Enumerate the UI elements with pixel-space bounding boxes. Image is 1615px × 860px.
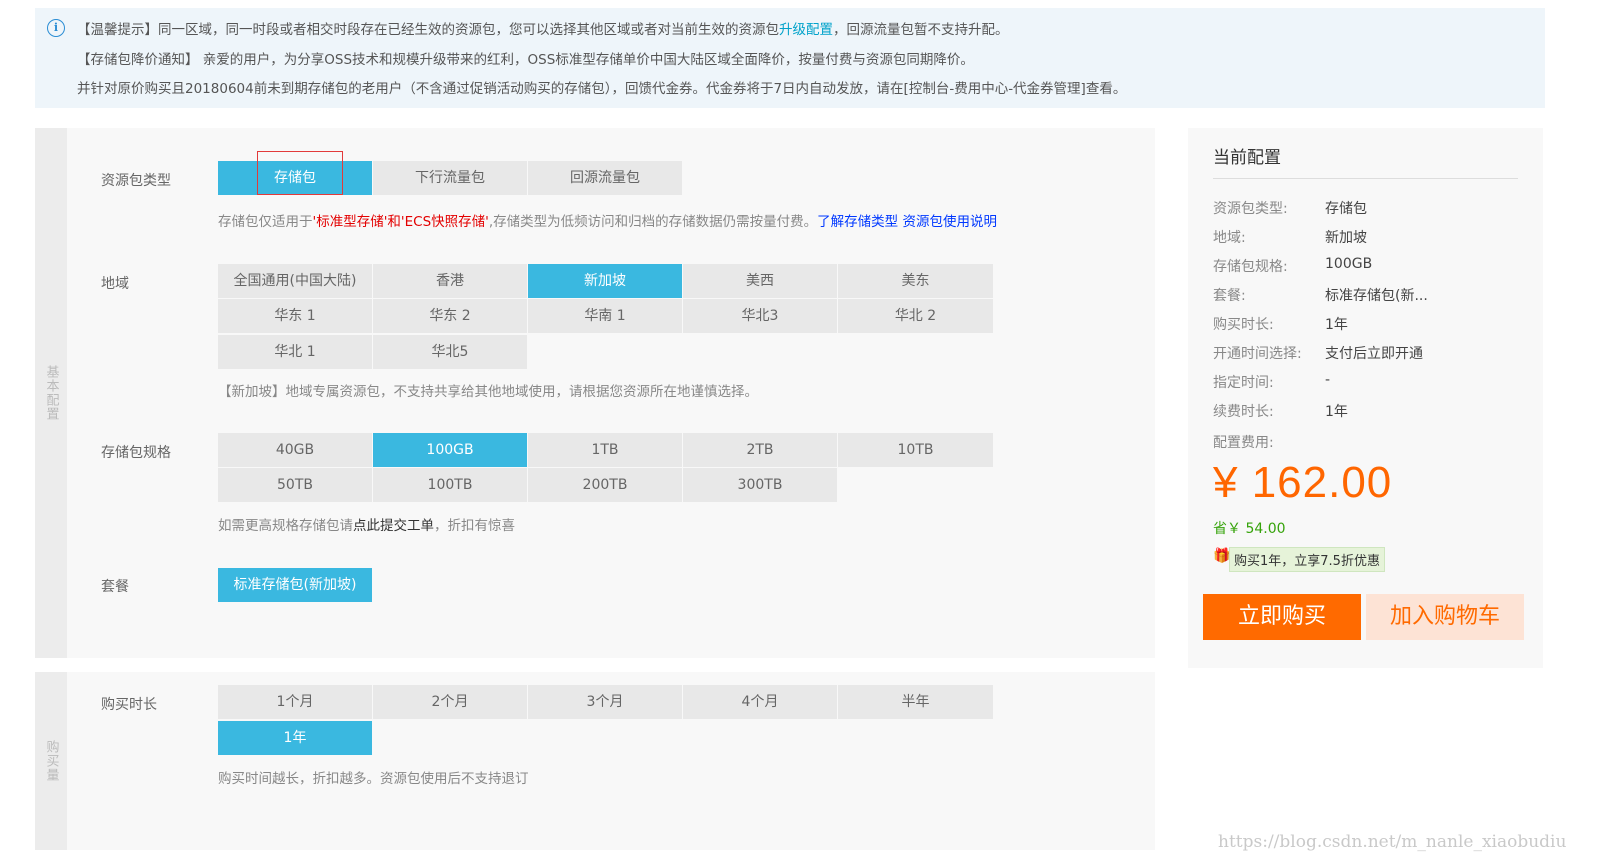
package-type-storage[interactable]: 存储包 bbox=[218, 151, 372, 195]
region-hint: 【新加坡】地域专属资源包，不支持共享给其他地域使用，请根据您资源所在地谨慎选择。 bbox=[218, 384, 758, 400]
spec-option[interactable]: 40GB bbox=[218, 433, 372, 467]
basic-config-tab: 基本配置 bbox=[35, 128, 67, 658]
notice-line-1: 【温馨提示】同一区域，同一时段或者相交时段存在已经生效的资源包，您可以选择其他区… bbox=[77, 22, 1009, 38]
region-option[interactable]: 华北3 bbox=[683, 299, 837, 333]
region-option[interactable]: 华北 1 bbox=[218, 335, 372, 369]
region-option[interactable]: 香港 bbox=[373, 264, 527, 298]
spec-label: 存储包规格 bbox=[101, 445, 171, 461]
summary-row: 指定时间: - bbox=[1213, 372, 1331, 391]
spec-option[interactable]: 10TB bbox=[838, 433, 993, 467]
region-option[interactable]: 美东 bbox=[838, 264, 993, 298]
package-type-origin[interactable]: 回源流量包 bbox=[528, 161, 682, 195]
price: ¥ 162.00 bbox=[1213, 458, 1393, 507]
spec-option[interactable]: 100TB bbox=[373, 468, 527, 502]
package-usage-link[interactable]: 资源包使用说明 bbox=[902, 214, 997, 230]
duration-hint: 购买时间越长，折扣越多。资源包使用后不支持退订 bbox=[218, 771, 529, 787]
summary-row: 地域: 新加坡 bbox=[1213, 230, 1367, 246]
region-option[interactable]: 华北 2 bbox=[838, 299, 993, 333]
gift-icon: 🎁 bbox=[1213, 548, 1231, 564]
info-icon: i bbox=[47, 19, 65, 37]
notice-line-3: 并针对原价购买且20180604前未到期存储包的老用户（不含通过促销活动购买的存… bbox=[77, 81, 1127, 97]
region-option[interactable]: 华南 1 bbox=[528, 299, 682, 333]
savings: 省￥ 54.00 bbox=[1213, 521, 1286, 537]
spec-option[interactable]: 1TB bbox=[528, 433, 682, 467]
summary-divider bbox=[1213, 178, 1518, 179]
buy-now-button[interactable]: 立即购买 bbox=[1203, 594, 1361, 640]
region-option-selected[interactable]: 新加坡 bbox=[528, 264, 682, 298]
spec-option[interactable]: 300TB bbox=[683, 468, 837, 502]
region-option[interactable]: 华东 1 bbox=[218, 299, 372, 333]
duration-option[interactable]: 1个月 bbox=[218, 685, 372, 719]
plan-label: 套餐 bbox=[101, 579, 129, 595]
duration-option[interactable]: 3个月 bbox=[528, 685, 682, 719]
spec-option[interactable]: 50TB bbox=[218, 468, 372, 502]
package-type-label: 资源包类型 bbox=[101, 173, 171, 189]
watermark: https://blog.csdn.net/m_nanle_xiaobudiu bbox=[1218, 832, 1567, 852]
promo-badge: 购买1年，立享7.5折优惠 bbox=[1229, 547, 1385, 572]
region-option[interactable]: 华东 2 bbox=[373, 299, 527, 333]
upgrade-config-link[interactable]: 升级配置 bbox=[779, 22, 833, 38]
package-type-hint: 存储包仅适用于'标准型存储'和'ECS快照存储',存储类型为低频访问和归档的存储… bbox=[218, 214, 997, 230]
package-type-downstream[interactable]: 下行流量包 bbox=[373, 161, 527, 195]
fee-label: 配置费用: bbox=[1213, 435, 1274, 451]
summary-row: 购买时长: 1年 bbox=[1213, 317, 1348, 333]
duration-option[interactable]: 2个月 bbox=[373, 685, 527, 719]
add-to-cart-button[interactable]: 加入购物车 bbox=[1366, 594, 1524, 640]
summary-row: 开通时间选择: 支付后立即开通 bbox=[1213, 346, 1423, 362]
spec-hint: 如需更高规格存储包请点此提交工单，折扣有惊喜 bbox=[218, 518, 515, 534]
purchase-panel: 购买量 购买时长 1个月 2个月 3个月 4个月 半年 1年 购买时间越长，折扣… bbox=[35, 672, 1155, 850]
summary-row: 资源包类型: 存储包 bbox=[1213, 201, 1367, 217]
summary-title: 当前配置 bbox=[1213, 148, 1281, 168]
spec-option-selected[interactable]: 100GB bbox=[373, 433, 527, 467]
purchase-tab: 购买量 bbox=[35, 672, 67, 850]
summary-row: 存储包规格: 100GB bbox=[1213, 256, 1373, 275]
duration-option[interactable]: 4个月 bbox=[683, 685, 837, 719]
duration-option-selected[interactable]: 1年 bbox=[218, 721, 372, 755]
notice-line-2: 【存储包降价通知】 亲爱的用户，为分享OSS技术和规模升级带来的红利，OSS标准… bbox=[77, 52, 974, 68]
submit-ticket-link[interactable]: 点此提交工单 bbox=[353, 518, 434, 534]
summary-row: 续费时长: 1年 bbox=[1213, 404, 1348, 420]
region-option[interactable]: 华北5 bbox=[373, 335, 527, 369]
region-option[interactable]: 美西 bbox=[683, 264, 837, 298]
spec-option[interactable]: 200TB bbox=[528, 468, 682, 502]
duration-option[interactable]: 半年 bbox=[838, 685, 993, 719]
region-label: 地域 bbox=[101, 276, 129, 292]
region-option[interactable]: 全国通用(中国大陆) bbox=[218, 264, 372, 298]
current-config-summary: 当前配置 资源包类型: 存储包 地域: 新加坡 存储包规格: 100GB 套餐: 标准存… bbox=[1188, 128, 1543, 668]
summary-row: 套餐: 标准存储包(新... bbox=[1213, 288, 1428, 304]
basic-config-panel: 基本配置 资源包类型 存储包 下行流量包 回源流量包 存储包仅适用于'标准型存储… bbox=[35, 128, 1155, 658]
notice-bar: i 【温馨提示】同一区域，同一时段或者相交时段存在已经生效的资源包，您可以选择其… bbox=[35, 8, 1545, 108]
storage-type-link[interactable]: 了解存储类型 bbox=[817, 214, 898, 230]
plan-option-selected[interactable]: 标准存储包(新加坡) bbox=[218, 568, 372, 602]
spec-option[interactable]: 2TB bbox=[683, 433, 837, 467]
duration-label: 购买时长 bbox=[101, 697, 157, 713]
